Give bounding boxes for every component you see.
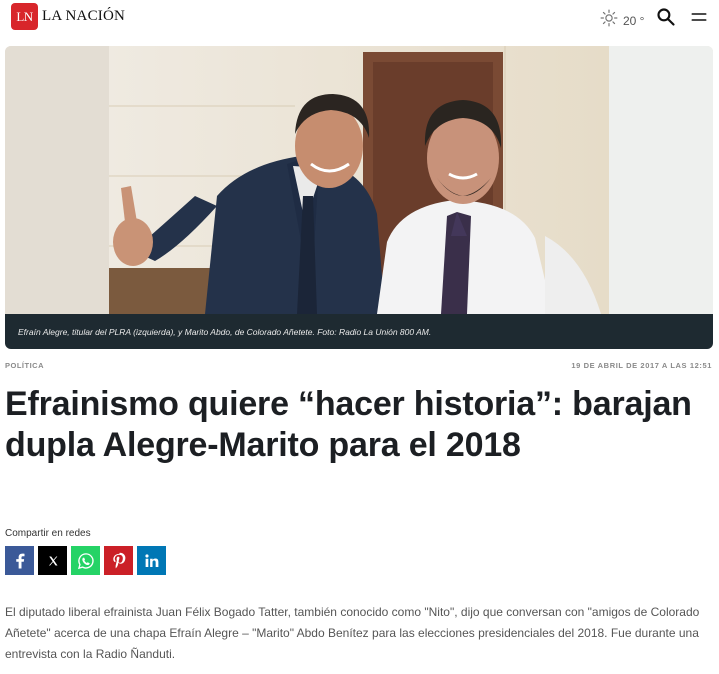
hero-image[interactable]: Efraín Alegre, titular del PLRA (izquier… bbox=[5, 46, 713, 349]
publish-date: 19 DE ABRIL DE 2017 A LAS 12:51 bbox=[571, 361, 712, 370]
share-label: Compartir en redes bbox=[5, 528, 91, 539]
facebook-share-button[interactable] bbox=[5, 546, 34, 575]
pinterest-share-button[interactable] bbox=[104, 546, 133, 575]
whatsapp-share-button[interactable] bbox=[71, 546, 100, 575]
pinterest-icon bbox=[112, 552, 125, 568]
article-body-paragraph: El diputado liberal efrainista Juan Féli… bbox=[5, 605, 700, 661]
caption-bar: Efraín Alegre, titular del PLRA (izquier… bbox=[5, 314, 713, 349]
sun-icon bbox=[600, 9, 618, 32]
logo-text: LA NACIÓN bbox=[42, 8, 126, 24]
share-buttons bbox=[5, 546, 166, 575]
article-photo bbox=[5, 46, 713, 314]
x-share-button[interactable] bbox=[38, 546, 67, 575]
menu-button[interactable] bbox=[690, 8, 708, 26]
x-icon bbox=[48, 556, 57, 565]
article-headline: Efrainismo quiere “hacer historia”: bara… bbox=[5, 385, 692, 464]
whatsapp-icon bbox=[77, 552, 94, 569]
linkedin-icon bbox=[144, 553, 158, 567]
logo-mark: LN bbox=[11, 3, 38, 30]
section-label[interactable]: POLÍTICA bbox=[5, 361, 44, 370]
search-button[interactable] bbox=[656, 7, 676, 27]
linkedin-share-button[interactable] bbox=[137, 546, 166, 575]
search-icon bbox=[657, 8, 675, 26]
site-logo[interactable]: LN LA NACIÓN bbox=[11, 3, 125, 30]
weather-temperature: 20 ° bbox=[623, 13, 645, 28]
photo-caption: Efraín Alegre, titular del PLRA (izquier… bbox=[18, 327, 432, 337]
menu-icon bbox=[691, 13, 707, 21]
weather-widget: 20 ° bbox=[600, 9, 644, 32]
site-header: LN LA NACIÓN 20 ° bbox=[0, 0, 719, 34]
facebook-icon bbox=[15, 553, 24, 568]
